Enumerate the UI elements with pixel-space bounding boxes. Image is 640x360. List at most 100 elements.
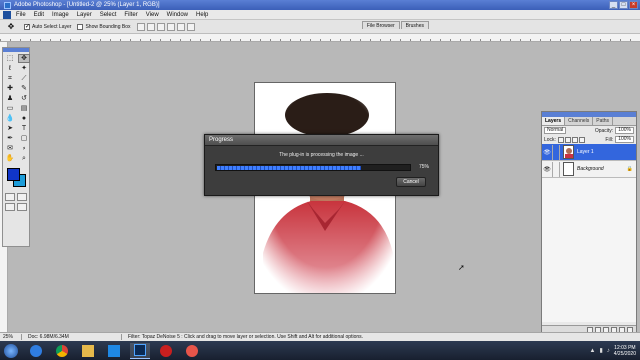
menu-window[interactable]: Window	[167, 12, 188, 18]
magic-wand-tool-icon[interactable]: ✦	[18, 64, 30, 73]
lock-image-icon[interactable]	[564, 136, 571, 143]
menu-filter[interactable]: Filter	[124, 12, 137, 18]
layer-row-layer-1[interactable]: 👁 Layer 1	[542, 144, 636, 161]
zoom-level[interactable]: 25%	[0, 334, 22, 340]
move-tool-icon[interactable]: ✥	[18, 54, 30, 63]
tab-brushes[interactable]: Brushes	[400, 21, 429, 29]
align-top-icon[interactable]	[136, 22, 145, 31]
blend-opacity-row: Normal Opacity: 100%	[542, 126, 636, 135]
mouse-cursor-icon: ➚	[458, 263, 465, 272]
layer-row-background[interactable]: 👁 Background 🔒	[542, 161, 636, 178]
marquee-tool-icon[interactable]: ⬚	[4, 54, 16, 63]
layer-link-icon[interactable]	[552, 161, 560, 177]
taskbar-explorer[interactable]	[78, 343, 98, 359]
volume-icon[interactable]: ♪	[607, 348, 610, 354]
close-icon[interactable]: ×	[629, 1, 638, 9]
layers-palette: Layers Channels Paths Normal Opacity: 10…	[541, 111, 637, 335]
slice-tool-icon[interactable]: ⟋	[18, 74, 30, 83]
auto-select-label: Auto Select Layer	[32, 23, 72, 30]
window-title: Adobe Photoshop - [Untitled-2 @ 25% (Lay…	[14, 2, 160, 8]
notes-tool-icon[interactable]: ✉	[4, 144, 16, 153]
photoshop-logo-icon[interactable]	[3, 10, 11, 19]
align-right-icon[interactable]	[186, 22, 195, 31]
lock-icon: 🔒	[626, 166, 633, 172]
folder-icon	[82, 344, 94, 357]
healing-brush-tool-icon[interactable]: ✚	[4, 84, 16, 93]
checkbox-box[interactable]	[24, 23, 30, 30]
layer-link-icon[interactable]	[552, 144, 560, 160]
tab-channels[interactable]: Channels	[565, 117, 594, 125]
checkbox-box[interactable]	[77, 23, 84, 30]
dialog-title[interactable]: Progress	[205, 135, 438, 146]
taskbar-photoshop[interactable]	[130, 342, 150, 359]
full-screen-menu-mode-icon[interactable]	[17, 203, 27, 211]
system-clock[interactable]: 12:03 PM 4/25/2020	[614, 345, 636, 357]
menu-help[interactable]: Help	[196, 12, 208, 18]
menu-layer[interactable]: Layer	[77, 12, 92, 18]
fill-field[interactable]: 100%	[615, 136, 634, 143]
menu-select[interactable]: Select	[100, 12, 117, 18]
visibility-eye-icon[interactable]: 👁	[542, 149, 552, 156]
shape-tool-icon[interactable]: ▢	[18, 134, 30, 143]
menu-edit[interactable]: Edit	[34, 12, 44, 18]
zoom-tool-icon[interactable]: ⌕	[18, 154, 30, 163]
layer-name[interactable]: Layer 1	[577, 149, 594, 155]
move-tool-icon[interactable]: ✥	[4, 22, 18, 32]
minimize-icon[interactable]: _	[609, 1, 618, 9]
auto-select-checkbox[interactable]: Auto Select Layer	[24, 23, 72, 30]
progress-dialog: Progress The plug-in is processing the i…	[204, 134, 439, 196]
align-bottom-icon[interactable]	[156, 22, 165, 31]
gradient-tool-icon[interactable]: ▤	[18, 104, 30, 113]
brush-tool-icon[interactable]: ✎	[18, 84, 30, 93]
blur-tool-icon[interactable]: 💧	[4, 114, 16, 123]
lock-position-icon[interactable]	[571, 136, 578, 143]
menu-view[interactable]: View	[146, 12, 159, 18]
bounding-box-checkbox[interactable]: Show Bounding Box	[77, 23, 131, 30]
history-brush-tool-icon[interactable]: ↺	[18, 94, 30, 103]
type-tool-icon[interactable]: T	[18, 124, 30, 133]
visibility-eye-icon[interactable]: 👁	[542, 166, 552, 173]
path-selection-tool-icon[interactable]: ➤	[4, 124, 16, 133]
eyedropper-tool-icon[interactable]: ⸗	[18, 144, 30, 153]
dodge-tool-icon[interactable]: ●	[18, 114, 30, 123]
standard-screen-mode-icon[interactable]	[5, 203, 15, 211]
eraser-tool-icon[interactable]: ▭	[4, 104, 16, 113]
tool-grid: ⬚ ✥ ℓ ✦ ⌗ ⟋ ✚ ✎ ♟ ↺ ▭ ▤ 💧 ● ➤ T ✒ ▢ ✉ ⸗ …	[3, 52, 30, 163]
taskbar-ie[interactable]	[26, 343, 46, 359]
taskbar-media[interactable]	[182, 343, 202, 359]
doc-size[interactable]: Doc: 6.98M/6.34M	[22, 334, 122, 340]
clone-stamp-tool-icon[interactable]: ♟	[4, 94, 16, 103]
tab-layers[interactable]: Layers	[542, 117, 566, 125]
tab-paths[interactable]: Paths	[593, 117, 614, 125]
start-button-icon[interactable]	[4, 343, 18, 358]
crop-tool-icon[interactable]: ⌗	[4, 74, 16, 83]
lock-transparency-icon[interactable]	[557, 136, 564, 143]
maximize-icon[interactable]: □	[619, 1, 628, 9]
taskbar-recorder[interactable]	[156, 343, 176, 359]
tab-file-browser[interactable]: File Browser	[361, 21, 400, 29]
taskbar-vscode[interactable]	[104, 343, 124, 359]
taskbar-chrome[interactable]	[52, 343, 72, 359]
lock-all-icon[interactable]	[578, 136, 585, 143]
align-center-icon[interactable]	[176, 22, 185, 31]
menu-file[interactable]: File	[16, 12, 26, 18]
show-hidden-icons-icon[interactable]: ▲	[589, 348, 595, 354]
align-left-icon[interactable]	[166, 22, 175, 31]
media-icon	[186, 344, 198, 357]
blend-mode-select[interactable]: Normal	[544, 127, 567, 134]
foreground-color-swatch[interactable]	[7, 168, 20, 181]
align-middle-icon[interactable]	[146, 22, 155, 31]
screen-modes	[3, 203, 29, 211]
standard-mode-icon[interactable]	[5, 193, 15, 201]
layer-name[interactable]: Background	[577, 166, 604, 172]
window-controls: _ □ ×	[609, 1, 638, 9]
pen-tool-icon[interactable]: ✒	[4, 134, 16, 143]
network-icon[interactable]: ▮	[599, 347, 602, 354]
menu-image[interactable]: Image	[52, 12, 69, 18]
hand-tool-icon[interactable]: ✋	[4, 154, 16, 163]
quick-mask-mode-icon[interactable]	[17, 193, 27, 201]
lasso-tool-icon[interactable]: ℓ	[4, 64, 16, 73]
opacity-field[interactable]: 100%	[615, 127, 634, 134]
cancel-button[interactable]: Cancel	[396, 177, 426, 187]
fill-label: Fill:	[605, 136, 614, 143]
